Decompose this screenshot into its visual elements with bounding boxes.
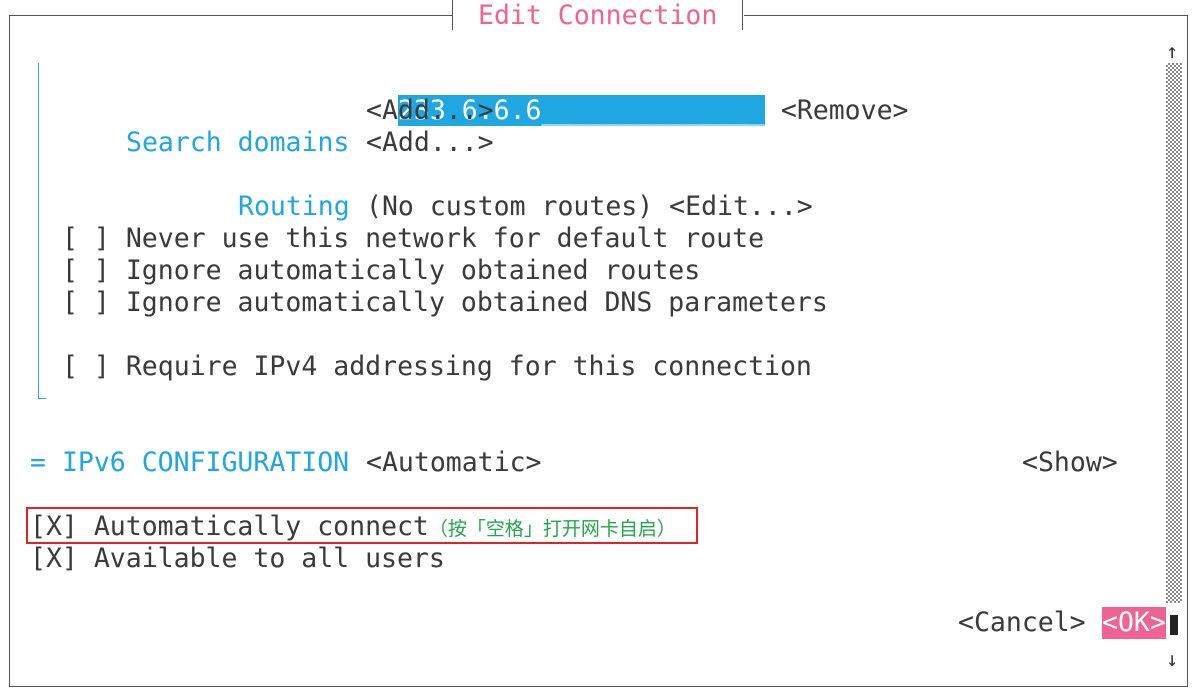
- checkbox-mark: [ ]: [62, 351, 110, 382]
- ipv4-section-bracket-foot: [38, 398, 46, 399]
- ipv4-section-bracket: [38, 63, 39, 399]
- checkbox-label: Require IPv4 addressing for this connect…: [125, 351, 812, 382]
- dns-server-blank: ______________: [541, 95, 765, 126]
- checkbox-mark: [ ]: [62, 287, 110, 318]
- ipv6-section-header: = IPv6 CONFIGURATION: [30, 447, 349, 479]
- checkbox-mark: [ ]: [62, 223, 110, 254]
- routing-value: (No custom routes): [366, 191, 654, 222]
- all-users-checkbox[interactable]: [X] Available to all users: [30, 543, 445, 575]
- search-domains-label: Search domains: [126, 127, 350, 158]
- add-search-domain-button[interactable]: <Add...>: [366, 127, 494, 159]
- ignore-dns-checkbox[interactable]: [ ] Ignore automatically obtained DNS pa…: [62, 287, 828, 319]
- remove-dns-button[interactable]: <Remove>: [781, 95, 909, 126]
- scrollbar-track[interactable]: [1166, 63, 1182, 603]
- ignore-routes-checkbox[interactable]: [ ] Ignore automatically obtained routes: [62, 255, 700, 287]
- scroll-down-arrow-icon[interactable]: ↓: [1166, 643, 1178, 675]
- ipv6-marker: =: [30, 447, 46, 478]
- title-right-tick: [742, 0, 743, 30]
- checkbox-label: Available to all users: [93, 543, 445, 574]
- dialog-title: Edit Connection: [478, 0, 718, 31]
- checkbox-label: Ignore automatically obtained routes: [125, 255, 701, 286]
- cancel-button[interactable]: <Cancel>: [958, 607, 1086, 639]
- routing-row: (No custom routes) <Edit...>: [366, 191, 813, 223]
- checkbox-label: Ignore automatically obtained DNS parame…: [125, 287, 828, 318]
- ipv6-label: IPv6 CONFIGURATION: [61, 447, 350, 478]
- routing-label: Routing: [238, 191, 350, 222]
- never-default-route-checkbox[interactable]: [ ] Never use this network for default r…: [62, 223, 764, 255]
- title-left-tick: [452, 0, 453, 30]
- require-ipv4-checkbox[interactable]: [ ] Require IPv4 addressing for this con…: [62, 351, 812, 383]
- ipv6-show-button[interactable]: <Show>: [1022, 447, 1118, 479]
- checkbox-label: Never use this network for default route: [125, 223, 765, 254]
- ok-button[interactable]: <OK>: [1102, 607, 1166, 639]
- add-dns-button[interactable]: <Add...>: [366, 95, 494, 127]
- checkbox-mark: [ ]: [62, 255, 110, 286]
- annotation-highlight-box: [26, 507, 698, 544]
- edit-routes-button[interactable]: <Edit...>: [669, 191, 813, 222]
- scrollbar-thumb[interactable]: [1170, 615, 1178, 635]
- ipv6-mode-dropdown[interactable]: <Automatic>: [366, 447, 542, 479]
- checkbox-mark: [X]: [30, 543, 78, 574]
